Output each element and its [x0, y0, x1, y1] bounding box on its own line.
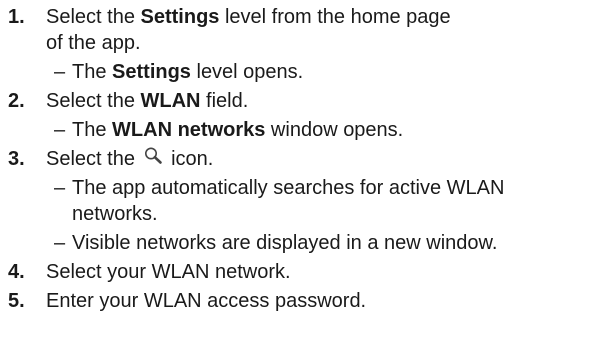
instruction-text: Select the	[46, 6, 141, 28]
result-dash: –	[54, 61, 66, 83]
instruction-text: Select the	[46, 90, 141, 112]
step-3: 3. Select the icon. – The app automatica…	[0, 146, 608, 256]
step-2: 2. Select the WLAN field. – The WLAN net…	[0, 88, 608, 143]
result-dash: –	[54, 232, 66, 254]
result-dash: –	[54, 177, 66, 199]
search-icon	[143, 146, 165, 166]
step-1-result: – The Settings level opens.	[46, 59, 608, 85]
step-1-instruction-continued: of the app.	[46, 32, 141, 54]
step-3-result-1: – The app automatically searches for act…	[46, 175, 608, 227]
result-text: Visible networks are displayed in a new …	[72, 232, 498, 254]
wlan-networks-term: WLAN networks	[112, 119, 266, 141]
step-5: 5. Enter your WLAN access password.	[0, 288, 608, 314]
settings-term: Settings	[112, 61, 191, 83]
step-number: 3.	[8, 148, 25, 170]
step-4-instruction: Select your WLAN network.	[46, 261, 291, 283]
step-1: 1. Select the Settings level from the ho…	[0, 4, 608, 85]
instruction-text: level from the home page	[219, 6, 451, 28]
result-text: level opens.	[190, 61, 304, 83]
step-number: 1.	[8, 6, 25, 28]
step-2-result: – The WLAN networks window opens.	[46, 117, 608, 143]
result-text: window opens.	[265, 119, 404, 141]
step-number: 2.	[8, 90, 25, 112]
result-text-continued: networks.	[72, 203, 158, 225]
step-number: 4.	[8, 261, 25, 283]
step-1-instruction: Select the Settings level from the home …	[46, 4, 608, 30]
instruction-text: icon.	[165, 148, 214, 170]
step-number: 5.	[8, 290, 25, 312]
step-4: 4. Select your WLAN network.	[0, 259, 608, 285]
result-text: The app automatically searches for activ…	[72, 177, 505, 199]
result-dash: –	[54, 119, 66, 141]
step-3-result-2: – Visible networks are displayed in a ne…	[46, 230, 608, 256]
instruction-text: Select the	[46, 148, 141, 170]
result-text: The	[72, 61, 113, 83]
wlan-term: WLAN	[140, 90, 201, 112]
step-3-instruction: Select the icon.	[46, 146, 608, 172]
settings-term: Settings	[140, 6, 220, 28]
step-2-instruction: Select the WLAN field.	[46, 88, 608, 114]
instruction-text: field.	[200, 90, 249, 112]
instruction-list: 1. Select the Settings level from the ho…	[0, 0, 608, 340]
step-5-instruction: Enter your WLAN access password.	[46, 290, 367, 312]
result-text: The	[72, 119, 113, 141]
